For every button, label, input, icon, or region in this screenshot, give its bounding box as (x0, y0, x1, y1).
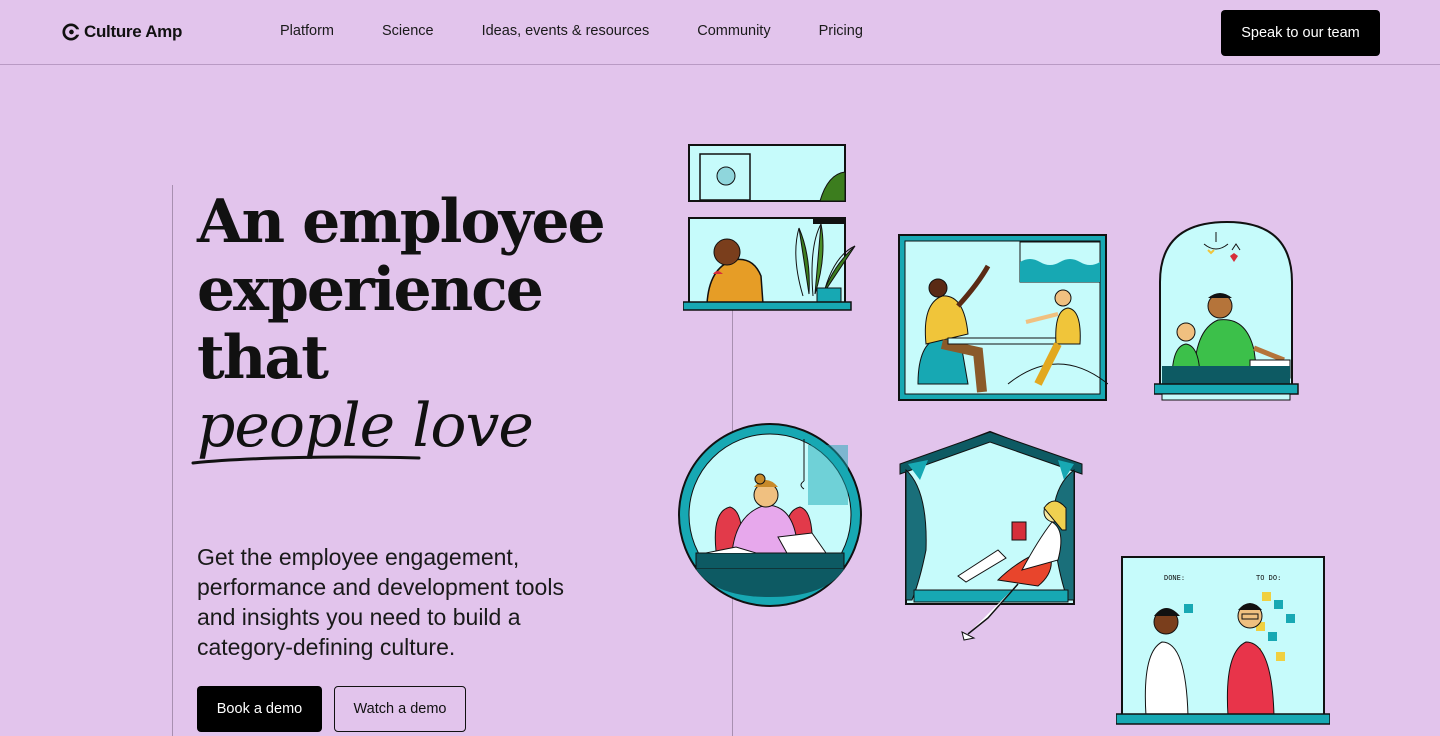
speak-to-team-button[interactable]: Speak to our team (1221, 10, 1380, 56)
logo[interactable]: Culture Amp (62, 21, 182, 43)
top-navigation: Culture Amp Platform Science Ideas, even… (0, 0, 1440, 65)
main-menu: Platform Science Ideas, events & resourc… (280, 23, 863, 39)
thinking-man-round-window-illustration (678, 423, 862, 607)
nav-item-community[interactable]: Community (697, 23, 770, 39)
nav-item-pricing[interactable]: Pricing (819, 23, 863, 39)
whiteboard-todo-label: TO DO: (1256, 574, 1281, 582)
book-demo-button[interactable]: Book a demo (197, 686, 322, 732)
hero-subtext: Get the employee engagement, performance… (197, 544, 564, 660)
framed-portrait-illustration (688, 144, 846, 202)
headline-line-1: An employee (197, 187, 606, 257)
woman-reading-curtain-window-illustration (899, 430, 1083, 641)
headline-script-label: people love (197, 391, 534, 461)
nav-item-science[interactable]: Science (382, 23, 434, 39)
divider-line (172, 185, 173, 736)
nav-item-resources[interactable]: Ideas, events & resources (482, 23, 650, 39)
nav-item-platform[interactable]: Platform (280, 23, 334, 39)
parent-with-baby-illustration (1154, 220, 1299, 401)
scribble-underline (191, 455, 421, 465)
high-five-coworkers-illustration (898, 234, 1108, 401)
person-hugging-window-illustration (683, 217, 856, 311)
headline-script-text: people love (191, 391, 534, 465)
culture-amp-logo-icon (62, 23, 80, 41)
brand-name: Culture Amp (84, 22, 183, 41)
headline-line-2: experience (197, 255, 544, 325)
watch-demo-button[interactable]: Watch a demo (334, 686, 466, 732)
whiteboard-sticky-notes-illustration: DONE: TO DO: (1116, 556, 1330, 725)
whiteboard-done-label: DONE: (1164, 574, 1185, 582)
hero-headline: An employee experience that people love (191, 187, 617, 465)
headline-line-3-prefix: that (197, 323, 329, 393)
